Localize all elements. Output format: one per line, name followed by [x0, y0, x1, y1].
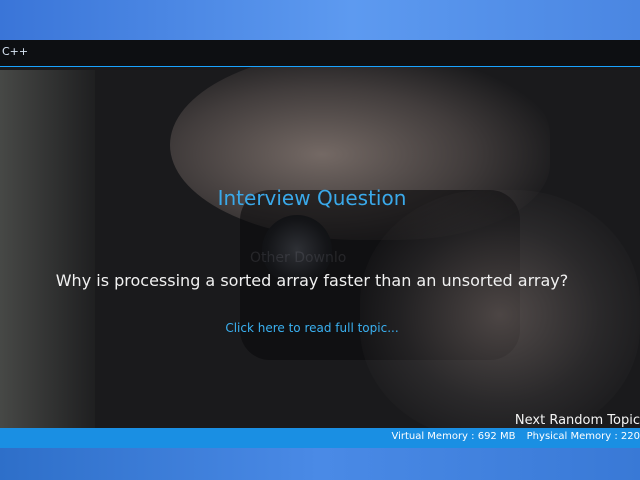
monitor-bezel-bottom	[0, 448, 640, 480]
next-random-topic-link[interactable]: Next Random Topic	[515, 413, 640, 428]
memory-status: Virtual Memory : 692 MB Physical Memory …	[383, 431, 640, 442]
status-bar: Virtual Memory : 692 MB Physical Memory …	[0, 428, 640, 448]
physical-memory-label: Physical Memory : 220	[526, 431, 640, 442]
page-heading: Interview Question	[217, 186, 407, 210]
read-full-topic-link[interactable]: Click here to read full topic...	[0, 321, 624, 335]
virtual-memory-label: Virtual Memory : 692 MB	[391, 431, 516, 442]
background-faded-text: Other Downlo	[250, 250, 347, 266]
main-content: Other Downlo Interview Question Why is p…	[0, 40, 640, 448]
photo-frame: C++ Other Downlo Interview Question Why …	[0, 0, 640, 480]
question-text: Why is processing a sorted array faster …	[55, 271, 569, 290]
monitor-bezel-top	[0, 0, 640, 44]
app-window: C++ Other Downlo Interview Question Why …	[0, 40, 640, 448]
